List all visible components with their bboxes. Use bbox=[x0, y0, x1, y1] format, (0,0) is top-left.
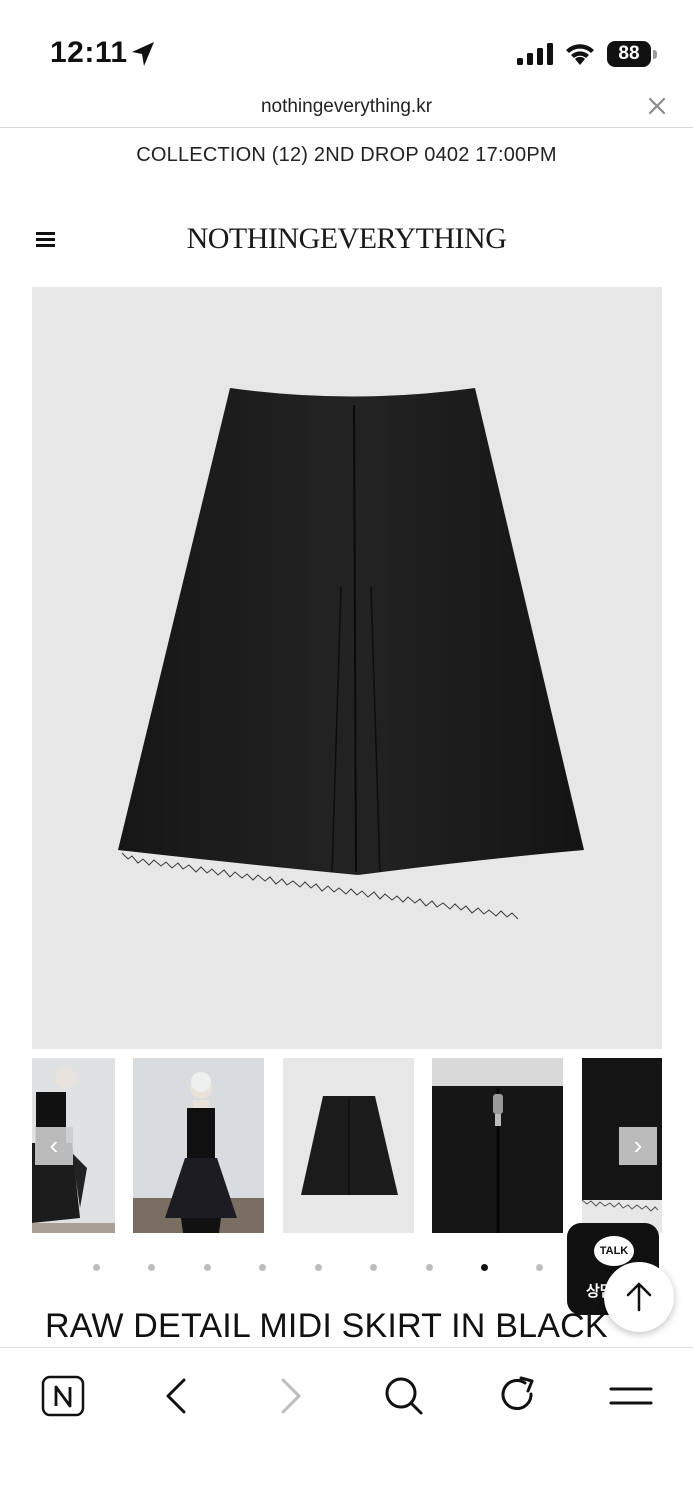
naver-home-icon[interactable] bbox=[33, 1372, 93, 1420]
thumbnail-3[interactable] bbox=[283, 1058, 414, 1233]
skirt-image bbox=[118, 388, 584, 920]
refresh-icon[interactable] bbox=[488, 1372, 548, 1420]
menu-icon[interactable] bbox=[601, 1372, 661, 1420]
location-arrow-icon bbox=[132, 42, 154, 66]
browser-url-bar[interactable]: nothingeverything.kr bbox=[0, 90, 693, 128]
status-bar: 12:11 88 bbox=[0, 0, 693, 90]
thumbnail-4[interactable] bbox=[432, 1058, 563, 1233]
browser-toolbar bbox=[0, 1347, 693, 1500]
gallery-next-button[interactable]: › bbox=[619, 1127, 657, 1165]
gallery-dot-active[interactable] bbox=[481, 1264, 488, 1271]
scroll-top-button[interactable] bbox=[604, 1262, 674, 1332]
skirt-flat-view-image bbox=[283, 1058, 414, 1233]
url-text[interactable]: nothingeverything.kr bbox=[0, 96, 693, 118]
wifi-icon bbox=[566, 44, 594, 65]
close-icon[interactable] bbox=[645, 94, 669, 118]
forward-icon[interactable] bbox=[261, 1372, 321, 1420]
battery-level: 88 bbox=[607, 41, 651, 67]
model-full-view-image bbox=[133, 1058, 264, 1233]
battery-icon: 88 bbox=[607, 41, 657, 67]
gallery-dot[interactable] bbox=[315, 1264, 322, 1271]
gallery-prev-button[interactable]: ‹ bbox=[35, 1127, 73, 1165]
gallery-dot[interactable] bbox=[259, 1264, 266, 1271]
announcement-banner[interactable]: COLLECTION (12) 2ND DROP 0402 17:00PM bbox=[0, 144, 693, 167]
arrow-up-icon bbox=[626, 1282, 652, 1312]
gallery-dot[interactable] bbox=[536, 1264, 543, 1271]
gallery-dot[interactable] bbox=[93, 1264, 100, 1271]
main-product-image[interactable] bbox=[32, 287, 662, 1049]
status-time: 12:11 bbox=[50, 36, 128, 69]
gallery-dot[interactable] bbox=[204, 1264, 211, 1271]
search-icon[interactable] bbox=[374, 1372, 434, 1420]
gallery-dot[interactable] bbox=[370, 1264, 377, 1271]
gallery-dot[interactable] bbox=[426, 1264, 433, 1271]
site-logo[interactable]: NOTHINGEVERYTHING bbox=[0, 222, 693, 256]
zipper-detail-image bbox=[432, 1058, 563, 1233]
gallery-dot[interactable] bbox=[148, 1264, 155, 1271]
back-icon[interactable] bbox=[146, 1372, 206, 1420]
cellular-signal-icon bbox=[517, 43, 553, 65]
thumbnail-2[interactable] bbox=[133, 1058, 264, 1233]
